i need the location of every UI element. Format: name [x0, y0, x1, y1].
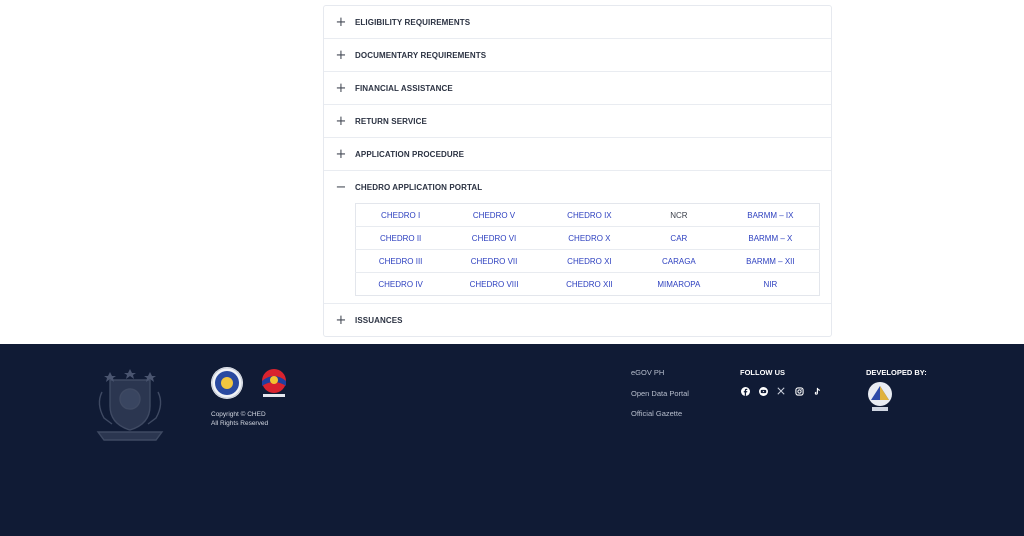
table-row: CHEDRO I CHEDRO V CHEDRO IX NCR BARMM – …	[355, 203, 820, 227]
accordion-header[interactable]: + ISSUANCES	[324, 304, 831, 336]
portal-link[interactable]: CHEDRO XII	[543, 273, 636, 296]
accordion-label: CHEDRO APPLICATION PORTAL	[355, 182, 483, 192]
accordion-header[interactable]: + FINANCIAL ASSISTANCE	[324, 72, 831, 104]
table-row: CHEDRO II CHEDRO VI CHEDRO X CAR BARMM –…	[355, 226, 820, 250]
ched-logo-icon	[210, 366, 244, 405]
accordion-header[interactable]: + ELIGIBILITY REQUIREMENTS	[324, 6, 831, 38]
portal-link[interactable]: BARMM – XII	[721, 249, 820, 273]
footer-logos	[210, 366, 291, 405]
youtube-icon[interactable]	[758, 386, 768, 396]
plus-icon: +	[335, 146, 347, 162]
copyright: Copyright © CHED All Rights Reserved	[211, 410, 268, 428]
accordion-label: FINANCIAL ASSISTANCE	[355, 83, 453, 93]
plus-icon: +	[335, 47, 347, 63]
accordion-header[interactable]: − CHEDRO APPLICATION PORTAL	[324, 171, 831, 203]
footer-link-egov[interactable]: eGOV PH	[631, 368, 689, 378]
bagong-pilipinas-logo-icon	[257, 366, 291, 405]
accordion-label: ISSUANCES	[355, 315, 403, 325]
portal-link[interactable]: CHEDRO I	[355, 203, 446, 227]
accordion-label: APPLICATION PROCEDURE	[355, 149, 465, 159]
copyright-line: All Rights Reserved	[211, 420, 269, 427]
table-row: CHEDRO III CHEDRO VII CHEDRO XI CARAGA B…	[355, 249, 820, 273]
accordion-item-chedro-portal[interactable]: − CHEDRO APPLICATION PORTAL CHEDRO I CHE…	[324, 171, 831, 304]
accordion-item-return-service[interactable]: + RETURN SERVICE	[324, 105, 831, 138]
accordion: + ELIGIBILITY REQUIREMENTS + DOCUMENTARY…	[323, 5, 832, 337]
main-content: + ELIGIBILITY REQUIREMENTS + DOCUMENTARY…	[0, 0, 1024, 344]
plus-icon: +	[335, 113, 347, 129]
portal-table: CHEDRO I CHEDRO V CHEDRO IX NCR BARMM – …	[355, 203, 820, 296]
plus-icon: +	[335, 14, 347, 30]
portal-link[interactable]: CHEDRO VI	[445, 226, 543, 250]
portal-link[interactable]: NIR	[722, 273, 820, 296]
portal-link[interactable]: CHEDRO III	[355, 249, 446, 273]
follow-title: FOLLOW US	[740, 368, 785, 377]
tiktok-icon[interactable]	[812, 386, 822, 396]
portal-link[interactable]: CHEDRO X	[542, 226, 636, 250]
portal-link[interactable]: MIMAROPA	[636, 273, 722, 296]
social-icons	[740, 386, 822, 396]
accordion-label: ELIGIBILITY REQUIREMENTS	[355, 17, 471, 27]
portal-link[interactable]: CAR	[635, 226, 722, 250]
portal-link[interactable]: BARMM – IX	[721, 203, 820, 227]
footer-link-gazette[interactable]: Official Gazette	[631, 409, 689, 419]
follow-us: FOLLOW US	[740, 368, 822, 396]
portal-panel: CHEDRO I CHEDRO V CHEDRO IX NCR BARMM – …	[324, 203, 831, 303]
x-icon[interactable]	[776, 386, 786, 396]
portal-link[interactable]: CHEDRO IX	[542, 203, 636, 227]
facebook-icon[interactable]	[740, 386, 750, 396]
accordion-label: RETURN SERVICE	[355, 116, 427, 126]
accordion-item-issuances[interactable]: + ISSUANCES	[324, 304, 831, 336]
accordion-label: DOCUMENTARY REQUIREMENTS	[355, 50, 487, 60]
plus-icon: +	[335, 312, 347, 328]
portal-link[interactable]: CHEDRO II	[355, 226, 446, 250]
footer: Copyright © CHED All Rights Reserved eGO…	[0, 344, 1024, 536]
portal-link[interactable]: CHEDRO XI	[542, 249, 636, 273]
instagram-icon[interactable]	[794, 386, 804, 396]
accordion-item-financial[interactable]: + FINANCIAL ASSISTANCE	[324, 72, 831, 105]
portal-link[interactable]: CHEDRO VII	[445, 249, 543, 273]
accordion-header[interactable]: + DOCUMENTARY REQUIREMENTS	[324, 39, 831, 71]
portal-link[interactable]: NCR	[635, 203, 722, 227]
developed-by: DEVELOPED BY:	[866, 368, 927, 417]
accordion-header[interactable]: + RETURN SERVICE	[324, 105, 831, 137]
portal-link[interactable]: BARMM – X	[721, 226, 820, 250]
accordion-item-eligibility[interactable]: + ELIGIBILITY REQUIREMENTS	[324, 6, 831, 39]
portal-link[interactable]: CARAGA	[635, 249, 722, 273]
plus-icon: +	[335, 80, 347, 96]
accordion-item-documentary[interactable]: + DOCUMENTARY REQUIREMENTS	[324, 39, 831, 72]
minus-icon: −	[335, 179, 347, 195]
philippine-seal-icon	[92, 366, 168, 449]
portal-link[interactable]: CHEDRO IV	[356, 273, 446, 296]
table-row: CHEDRO IV CHEDRO VIII CHEDRO XII MIMAROP…	[356, 273, 820, 296]
footer-link-open-data[interactable]: Open Data Portal	[631, 389, 689, 399]
portal-link[interactable]: CHEDRO V	[445, 203, 543, 227]
dict-logo-icon	[867, 382, 927, 417]
accordion-item-application-procedure[interactable]: + APPLICATION PROCEDURE	[324, 138, 831, 171]
developed-title: DEVELOPED BY:	[866, 368, 927, 377]
footer-links: eGOV PH Open Data Portal Official Gazett…	[631, 368, 689, 430]
portal-link[interactable]: CHEDRO VIII	[445, 273, 543, 296]
accordion-header[interactable]: + APPLICATION PROCEDURE	[324, 138, 831, 170]
copyright-line: Copyright © CHED	[211, 411, 266, 418]
